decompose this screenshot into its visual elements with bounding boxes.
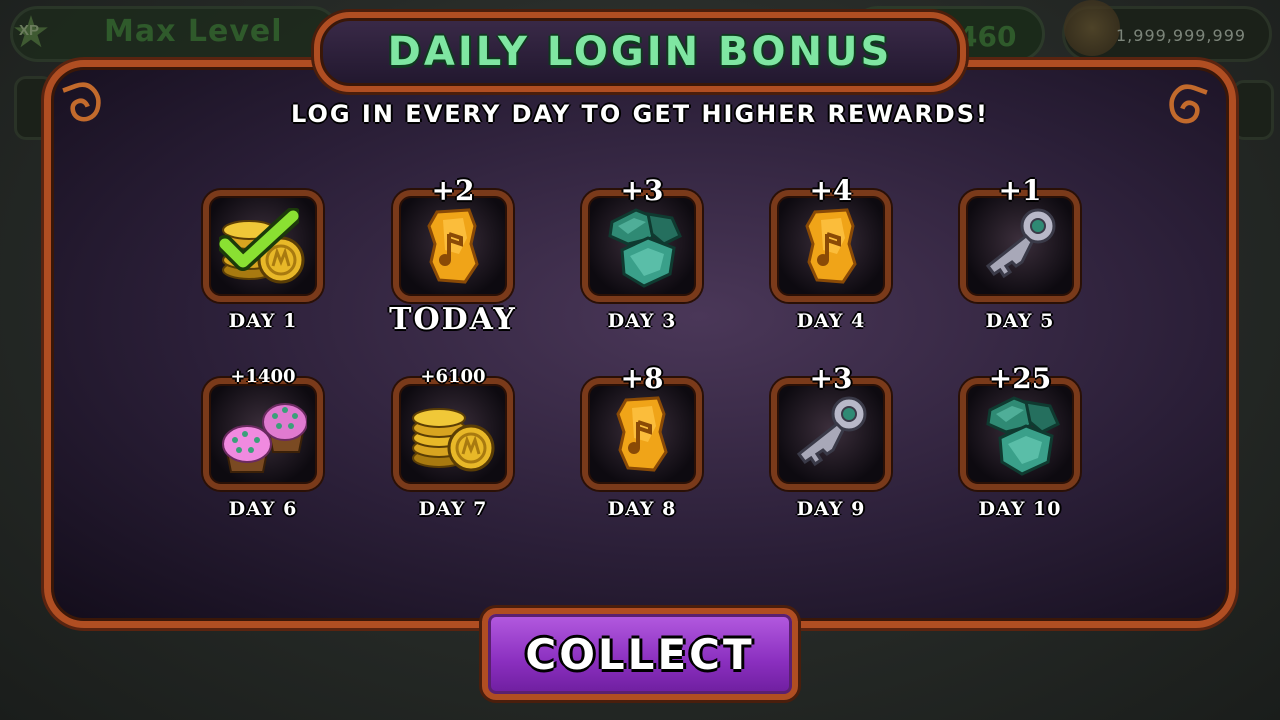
diamonds-icon xyxy=(976,392,1064,476)
day-label: DAY 6 xyxy=(228,498,298,520)
collect-button-label: COLLECT xyxy=(525,629,755,679)
reward-tile: +1 DAY 5 xyxy=(960,174,1080,332)
day-label: DAY 3 xyxy=(607,310,677,332)
key-icon xyxy=(787,392,875,476)
day-label: DAY 1 xyxy=(228,310,298,332)
today-label: TODAY xyxy=(389,302,517,337)
reward-tile: +3 DAY 3 xyxy=(582,174,702,332)
daily-login-panel xyxy=(44,60,1236,628)
treats-icon xyxy=(219,392,308,476)
day-label: DAY 4 xyxy=(796,310,866,332)
key-icon xyxy=(976,204,1064,288)
reward-amount: +2 xyxy=(431,174,475,207)
gold-shard-icon xyxy=(409,204,497,288)
day-label: DAY 10 xyxy=(978,498,1062,520)
reward-tile: +6100 DAY 7 xyxy=(393,366,513,520)
gold-shard-icon xyxy=(598,392,686,476)
currency-value: 1,999,999,999 xyxy=(1116,26,1247,45)
xp-label: XP xyxy=(19,22,40,39)
reward-amount: +1400 xyxy=(230,366,296,387)
reward-tile: DAY 1 xyxy=(203,190,323,332)
dialog-subtitle: LOG IN EVERY DAY TO GET HIGHER REWARDS! xyxy=(291,100,989,128)
reward-amount: +25 xyxy=(988,362,1052,395)
diamonds-icon xyxy=(598,204,686,288)
reward-tile: +4 DAY 4 xyxy=(771,174,891,332)
reward-tile: +3 DAY 9 xyxy=(771,362,891,520)
level-text: Max Level xyxy=(104,14,283,49)
gold-shard-icon xyxy=(787,204,875,288)
coins-icon xyxy=(409,392,497,476)
reward-amount: +3 xyxy=(809,362,853,395)
reward-amount: +4 xyxy=(809,174,853,207)
dialog-title: DAILY LOGIN BONUS xyxy=(387,29,893,75)
reward-amount: +8 xyxy=(620,362,664,395)
hud-counter-value: 460 xyxy=(958,20,1017,53)
day-label: DAY 9 xyxy=(796,498,866,520)
title-banner: DAILY LOGIN BONUS xyxy=(314,12,966,92)
reward-tile: +1400 DAY 6 xyxy=(203,366,323,520)
reward-amount: +3 xyxy=(620,174,664,207)
reward-amount: +6100 xyxy=(420,366,486,387)
reward-tile: +8 DAY 8 xyxy=(582,362,702,520)
reward-tile: +2 TODAY xyxy=(389,174,515,337)
collect-button[interactable]: COLLECT xyxy=(482,608,798,700)
day-label: DAY 8 xyxy=(607,498,677,520)
day-label: DAY 5 xyxy=(985,310,1055,332)
food-icon xyxy=(1064,0,1120,56)
checkmark-icon xyxy=(216,207,302,272)
reward-amount: +1 xyxy=(998,174,1042,207)
reward-tile: +25 DAY 10 xyxy=(960,362,1080,520)
day-label: DAY 7 xyxy=(418,498,488,520)
